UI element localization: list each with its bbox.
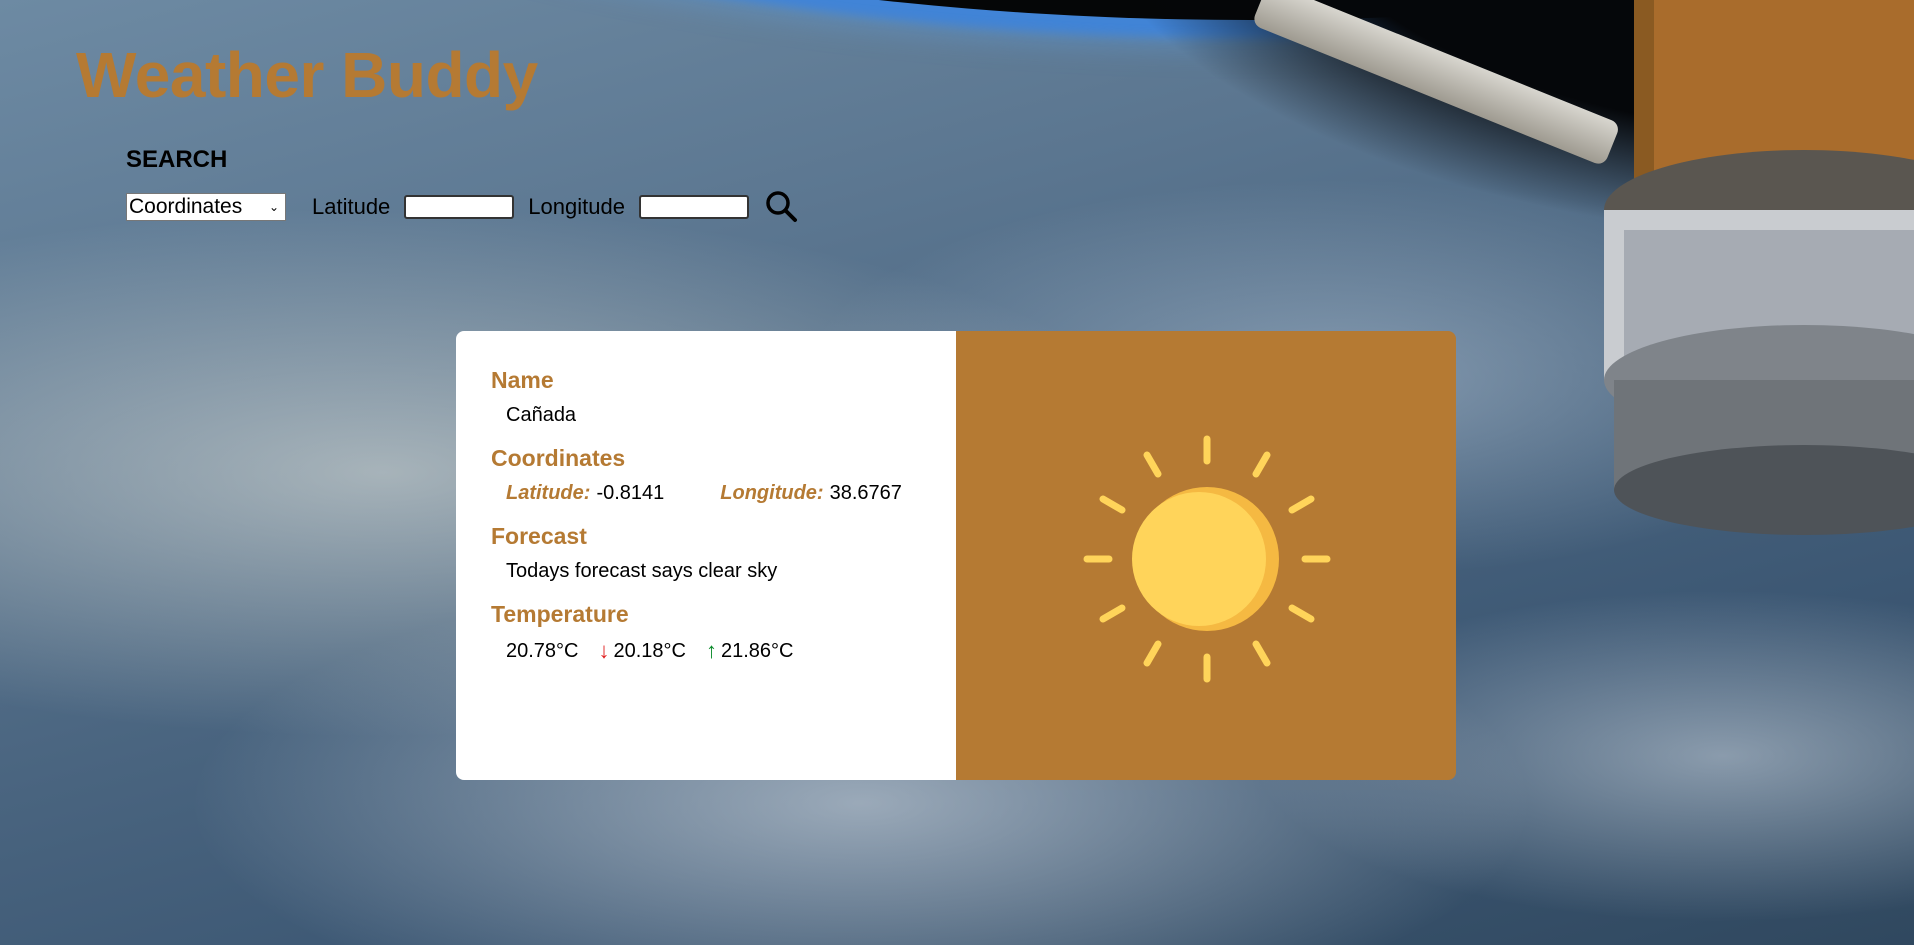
temp-min: 20.18°C: [613, 639, 687, 662]
weather-result-card: Name Cañada Coordinates Latitude: -0.814…: [456, 331, 1456, 780]
temp-current: 20.78°C: [506, 639, 579, 662]
forecast-value: Todays forecast says clear sky: [506, 560, 778, 582]
coordinates-title: Coordinates: [491, 445, 626, 471]
app-title: Weather Buddy: [76, 39, 538, 111]
search-icon: [766, 191, 797, 222]
name-value: Cañada: [506, 404, 577, 426]
temperature-title: Temperature: [491, 601, 629, 627]
latitude-result-value: -0.8141: [596, 482, 665, 504]
search-heading: SEARCH: [126, 146, 228, 173]
space-station-image: [1604, 0, 1914, 535]
sun-icon: [1083, 435, 1331, 683]
weather-icon-panel: [956, 331, 1456, 780]
arrow-down-icon: ↓: [598, 638, 610, 663]
latitude-input[interactable]: [404, 195, 515, 219]
weather-info-panel: Name Cañada Coordinates Latitude: -0.814…: [456, 331, 956, 780]
longitude-result-value: 38.6767: [829, 482, 902, 504]
coordinates-row: Latitude: -0.8141 Longitude: 38.6767: [506, 482, 956, 505]
temp-max: 21.86°C: [721, 639, 794, 662]
temperature-row: 20.78°C ↓ 20.18°C ↑ 21.86°C: [506, 638, 956, 664]
search-bar: Coordinates ⌄ Latitude Longitude: [126, 189, 799, 225]
arrow-up-icon: ↑: [706, 638, 717, 663]
latitude-result-label: Latitude:: [506, 482, 591, 504]
forecast-title: Forecast: [491, 523, 587, 549]
name-title: Name: [491, 367, 554, 393]
search-type-value: Coordinates: [129, 195, 243, 218]
longitude-input[interactable]: [638, 195, 749, 219]
latitude-label: Latitude: [312, 194, 391, 219]
search-type-select[interactable]: Coordinates ⌄: [126, 193, 286, 221]
longitude-label: Longitude: [528, 194, 625, 219]
chevron-down-icon: ⌄: [268, 200, 279, 214]
search-button[interactable]: [763, 189, 799, 225]
longitude-result-label: Longitude:: [720, 482, 824, 504]
